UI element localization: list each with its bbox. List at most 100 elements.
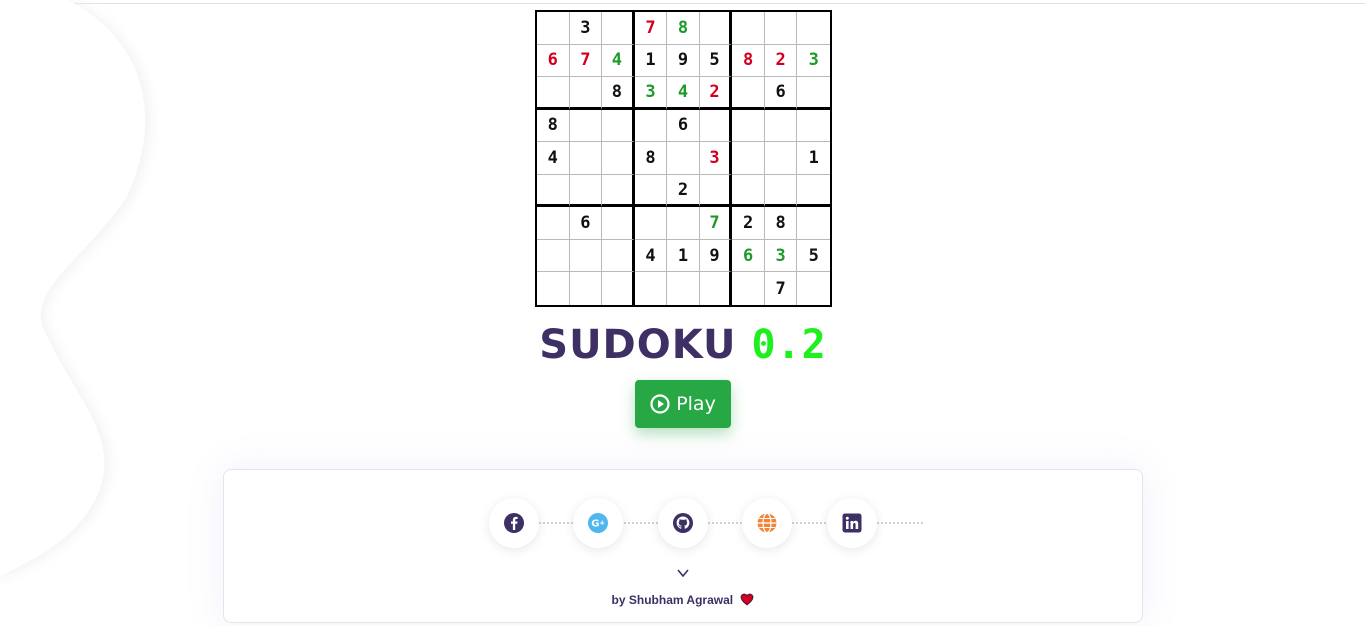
sudoku-cell-r5-c1[interactable]: 4 — [537, 142, 570, 175]
sudoku-cell-r3-c2[interactable] — [569, 77, 603, 110]
sudoku-cell-r4-c2[interactable] — [569, 109, 603, 143]
sudoku-cell-r6-c4[interactable] — [634, 174, 668, 208]
website-link[interactable] — [742, 498, 792, 548]
sudoku-cell-r1-c1[interactable] — [537, 12, 570, 45]
sudoku-cell-r2-c5[interactable]: 9 — [667, 44, 700, 78]
sudoku-cell-r2-c2[interactable]: 7 — [569, 44, 603, 78]
sudoku-cell-r6-c6[interactable] — [699, 174, 733, 208]
heart-icon — [741, 593, 754, 606]
version-label: 0.2 — [751, 322, 827, 368]
sudoku-cell-r6-c5[interactable]: 2 — [667, 174, 700, 208]
google-plus-link[interactable]: G + — [573, 498, 623, 548]
sudoku-cell-r7-c2[interactable]: 6 — [569, 207, 603, 240]
sudoku-cell-r3-c9[interactable] — [797, 77, 830, 110]
sudoku-cell-r8-c1[interactable] — [537, 239, 570, 273]
sudoku-cell-r4-c5[interactable]: 6 — [667, 109, 700, 143]
sudoku-cell-r3-c7[interactable] — [732, 77, 765, 110]
sudoku-cell-r7-c8[interactable]: 8 — [764, 207, 798, 240]
linkedin-icon — [842, 513, 862, 533]
sudoku-cell-r9-c4[interactable] — [634, 272, 668, 305]
sudoku-cell-r1-c7[interactable] — [732, 12, 765, 45]
sudoku-cell-r4-c3[interactable] — [602, 109, 635, 143]
chevron-down-icon[interactable] — [675, 566, 691, 580]
sudoku-cell-r1-c5[interactable]: 8 — [667, 12, 700, 45]
sudoku-cell-r8-c2[interactable] — [569, 239, 603, 273]
sudoku-cell-r2-c3[interactable]: 4 — [602, 44, 635, 78]
sudoku-cell-r7-c6[interactable]: 7 — [699, 207, 733, 240]
sudoku-cell-r9-c8[interactable]: 7 — [764, 272, 798, 305]
sudoku-cell-r2-c4[interactable]: 1 — [634, 44, 668, 78]
linkedin-link[interactable] — [827, 498, 877, 548]
sudoku-cell-r2-c9[interactable]: 3 — [797, 44, 830, 78]
sudoku-cell-r5-c7[interactable] — [732, 142, 765, 175]
sudoku-cell-r9-c9[interactable] — [797, 272, 830, 305]
sudoku-cell-r6-c2[interactable] — [569, 174, 603, 208]
dotted-connector — [792, 522, 826, 524]
play-button[interactable]: Play — [635, 380, 731, 428]
sudoku-cell-r2-c6[interactable]: 5 — [699, 44, 733, 78]
sudoku-cell-r6-c3[interactable] — [602, 174, 635, 208]
sudoku-cell-r8-c4[interactable]: 4 — [634, 239, 668, 273]
sudoku-cell-r1-c4[interactable]: 7 — [634, 12, 668, 45]
sudoku-cell-r5-c6[interactable]: 3 — [699, 142, 733, 175]
author-credit-text: by Shubham Agrawal — [611, 593, 734, 607]
sudoku-cell-r9-c1[interactable] — [537, 272, 570, 305]
sudoku-cell-r7-c1[interactable] — [537, 207, 570, 240]
sudoku-cell-r4-c8[interactable] — [764, 109, 798, 143]
top-divider — [0, 3, 1366, 4]
sudoku-cell-r4-c4[interactable] — [634, 109, 668, 143]
dotted-connector — [877, 522, 923, 524]
sudoku-cell-r5-c5[interactable] — [667, 142, 700, 175]
sudoku-cell-r7-c9[interactable] — [797, 207, 830, 240]
sudoku-cell-r7-c5[interactable] — [667, 207, 700, 240]
sudoku-cell-r6-c7[interactable] — [732, 174, 765, 208]
sudoku-cell-r3-c1[interactable] — [537, 77, 570, 110]
sudoku-cell-r1-c2[interactable]: 3 — [569, 12, 603, 45]
sudoku-cell-r5-c9[interactable]: 1 — [797, 142, 830, 175]
sudoku-cell-r1-c3[interactable] — [602, 12, 635, 45]
sudoku-cell-r9-c7[interactable] — [732, 272, 765, 305]
sudoku-cell-r9-c3[interactable] — [602, 272, 635, 305]
svg-text:+: + — [599, 519, 605, 527]
sudoku-cell-r8-c3[interactable] — [602, 239, 635, 273]
sudoku-cell-r5-c8[interactable] — [764, 142, 798, 175]
sudoku-cell-r6-c1[interactable] — [537, 174, 570, 208]
sudoku-cell-r5-c3[interactable] — [602, 142, 635, 175]
sudoku-cell-r4-c6[interactable] — [699, 109, 733, 143]
sudoku-cell-r7-c4[interactable] — [634, 207, 668, 240]
sudoku-cell-r2-c7[interactable]: 8 — [732, 44, 765, 78]
sudoku-cell-r8-c5[interactable]: 1 — [667, 239, 700, 273]
sudoku-cell-r7-c7[interactable]: 2 — [732, 207, 765, 240]
sudoku-cell-r9-c6[interactable] — [699, 272, 733, 305]
sudoku-cell-r1-c9[interactable] — [797, 12, 830, 45]
sudoku-cell-r2-c1[interactable]: 6 — [537, 44, 570, 78]
sudoku-cell-r3-c8[interactable]: 6 — [764, 77, 798, 110]
sudoku-cell-r6-c8[interactable] — [764, 174, 798, 208]
sudoku-cell-r8-c9[interactable]: 5 — [797, 239, 830, 273]
sudoku-cell-r5-c4[interactable]: 8 — [634, 142, 668, 175]
sudoku-cell-r6-c9[interactable] — [797, 174, 830, 208]
sudoku-cell-r7-c3[interactable] — [602, 207, 635, 240]
sudoku-cell-r4-c9[interactable] — [797, 109, 830, 143]
sudoku-cell-r3-c6[interactable]: 2 — [699, 77, 733, 110]
sudoku-cell-r3-c5[interactable]: 4 — [667, 77, 700, 110]
sudoku-cell-r9-c2[interactable] — [569, 272, 603, 305]
sudoku-cell-r8-c7[interactable]: 6 — [732, 239, 765, 273]
sudoku-cell-r5-c2[interactable] — [569, 142, 603, 175]
github-link[interactable] — [658, 498, 708, 548]
sudoku-cell-r1-c6[interactable] — [699, 12, 733, 45]
sudoku-cell-r8-c8[interactable]: 3 — [764, 239, 798, 273]
sudoku-board: 37867419582383426864831267284196357 — [535, 10, 832, 307]
sudoku-cell-r1-c8[interactable] — [764, 12, 798, 45]
sudoku-cell-r4-c7[interactable] — [732, 109, 765, 143]
sudoku-cell-r2-c8[interactable]: 2 — [764, 44, 798, 78]
sudoku-cell-r4-c1[interactable]: 8 — [537, 109, 570, 143]
page-title: SUDOKU 0.2 — [0, 322, 1366, 368]
sudoku-cell-r3-c3[interactable]: 8 — [602, 77, 635, 110]
sudoku-cell-r8-c6[interactable]: 9 — [699, 239, 733, 273]
sudoku-cell-r9-c5[interactable] — [667, 272, 700, 305]
facebook-link[interactable] — [489, 498, 539, 548]
sudoku-cell-r3-c4[interactable]: 3 — [634, 77, 668, 110]
background-wave-shape — [0, 0, 150, 580]
dotted-connector — [708, 522, 742, 524]
